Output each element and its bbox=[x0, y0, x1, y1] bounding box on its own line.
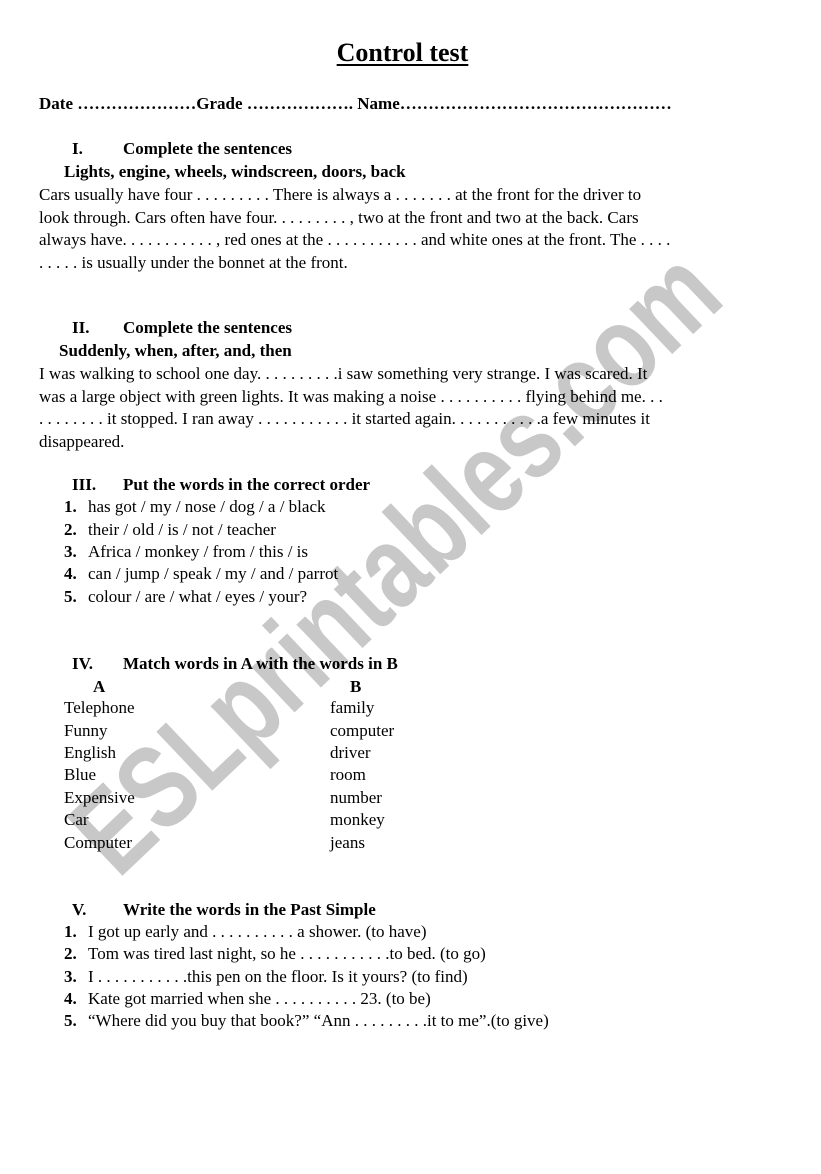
section-3-heading: III. Put the words in the correct order bbox=[72, 475, 370, 495]
item-text: “Where did you buy that book?” “Ann . . … bbox=[88, 1011, 549, 1030]
item-number: 3. bbox=[64, 967, 77, 986]
item-text: Kate got married when she . . . . . . . … bbox=[88, 989, 431, 1008]
column-a-word: Blue bbox=[64, 765, 97, 784]
worksheet-page: Control test Date …………………Grade ………………. N… bbox=[0, 0, 821, 1169]
section-5-heading: V. Write the words in the Past Simple bbox=[72, 900, 376, 920]
section-2-heading: II. Complete the sentences bbox=[72, 318, 292, 338]
column-a-word: Telephone bbox=[64, 698, 135, 717]
paragraph-line: disappeared. bbox=[39, 431, 125, 451]
item-number: 4. bbox=[64, 989, 77, 1008]
list-item: 5. colour / are / what / eyes / your? bbox=[64, 587, 307, 607]
column-a-word: Expensive bbox=[64, 788, 135, 807]
paragraph-line: Cars usually have four . . . . . . . . .… bbox=[39, 185, 642, 204]
list-item: 2. their / old / is / not / teacher bbox=[64, 520, 276, 540]
column-a-word: Funny bbox=[64, 721, 108, 740]
column-a-word: Car bbox=[64, 810, 89, 829]
item-text: Africa / monkey / from / this / is bbox=[88, 542, 309, 561]
section-title: Match words in A with the words in B bbox=[123, 654, 398, 673]
column-a-word: Computer bbox=[64, 833, 132, 852]
item-number: 1. bbox=[64, 497, 77, 516]
section-number: II. bbox=[72, 318, 90, 337]
list-item: 3. Africa / monkey / from / this / is bbox=[64, 542, 308, 562]
item-text: I . . . . . . . . . . .this pen on the f… bbox=[88, 967, 468, 986]
list-item: 5. “Where did you buy that book?” “Ann . … bbox=[64, 1011, 549, 1031]
item-text: has got / my / nose / dog / a / black bbox=[88, 497, 326, 516]
item-number: 5. bbox=[64, 1011, 77, 1030]
column-a-word: English bbox=[64, 743, 116, 762]
list-item: 4. can / jump / speak / my / and / parrot bbox=[64, 564, 338, 584]
list-item: 3. I . . . . . . . . . . .this pen on the… bbox=[64, 967, 468, 987]
paragraph-line: . . . . . . . . it stopped. I ran away .… bbox=[39, 409, 650, 428]
column-b-word: monkey bbox=[330, 810, 385, 829]
item-number: 3. bbox=[64, 542, 77, 561]
student-info-line: Date …………………Grade ………………. Name…………………………… bbox=[39, 94, 672, 113]
column-b-word: room bbox=[330, 765, 366, 784]
section-title: Complete the sentences bbox=[123, 139, 293, 158]
column-b-word: family bbox=[330, 698, 375, 717]
paragraph-line: . . . . . is usually under the bonnet at… bbox=[39, 252, 348, 272]
document-title: Control test bbox=[336, 38, 469, 67]
item-text: their / old / is / not / teacher bbox=[88, 520, 276, 539]
section-2-word-bank: Suddenly, when, after, and, then bbox=[59, 341, 292, 360]
column-b-label: B bbox=[350, 677, 362, 696]
paragraph-line: always have. . . . . . . . . . . , red o… bbox=[39, 230, 671, 249]
item-number: 5. bbox=[64, 587, 77, 606]
item-number: 2. bbox=[64, 520, 77, 539]
column-b-word: computer bbox=[330, 721, 395, 740]
section-1-heading: I. Complete the sentences bbox=[72, 139, 292, 159]
section-4-heading: IV. Match words in A with the words in B bbox=[72, 654, 398, 674]
item-text: Tom was tired last night, so he . . . . … bbox=[88, 944, 486, 963]
paragraph-line: was a large object with green lights. It… bbox=[39, 386, 663, 406]
section-1-paragraph: Cars usually have four . . . . . . . . .… bbox=[39, 184, 670, 274]
list-item: 2. Tom was tired last night, so he . . . … bbox=[64, 944, 486, 964]
paragraph-line: look through. Cars often have four. . . … bbox=[39, 207, 639, 227]
section-1-word-bank: Lights, engine, wheels, windscreen, door… bbox=[64, 162, 406, 181]
section-number: V. bbox=[72, 900, 87, 919]
section-title: Complete the sentences bbox=[123, 318, 293, 337]
item-number: 1. bbox=[64, 922, 77, 941]
section-title: Put the words in the correct order bbox=[123, 475, 371, 494]
paragraph-line: I was walking to school one day. . . . .… bbox=[39, 364, 648, 383]
list-item: 4. Kate got married when she . . . . . . … bbox=[64, 989, 431, 1009]
item-text: can / jump / speak / my / and / parrot bbox=[88, 564, 339, 583]
section-title: Write the words in the Past Simple bbox=[123, 900, 376, 919]
item-text: I got up early and . . . . . . . . . . a… bbox=[88, 922, 427, 941]
section-number: IV. bbox=[72, 654, 93, 673]
column-b-word: driver bbox=[330, 743, 371, 762]
item-text: colour / are / what / eyes / your? bbox=[88, 587, 308, 606]
section-number: I. bbox=[72, 139, 83, 158]
list-item: 1. has got / my / nose / dog / a / black bbox=[64, 497, 326, 517]
section-number: III. bbox=[72, 475, 97, 494]
item-number: 2. bbox=[64, 944, 77, 963]
column-a-label: A bbox=[93, 677, 106, 696]
item-number: 4. bbox=[64, 564, 77, 583]
list-item: 1. I got up early and . . . . . . . . . .… bbox=[64, 922, 427, 942]
section-2-paragraph: I was walking to school one day. . . . .… bbox=[39, 363, 663, 453]
column-b-word: jeans bbox=[330, 833, 365, 852]
column-b-word: number bbox=[330, 788, 382, 807]
